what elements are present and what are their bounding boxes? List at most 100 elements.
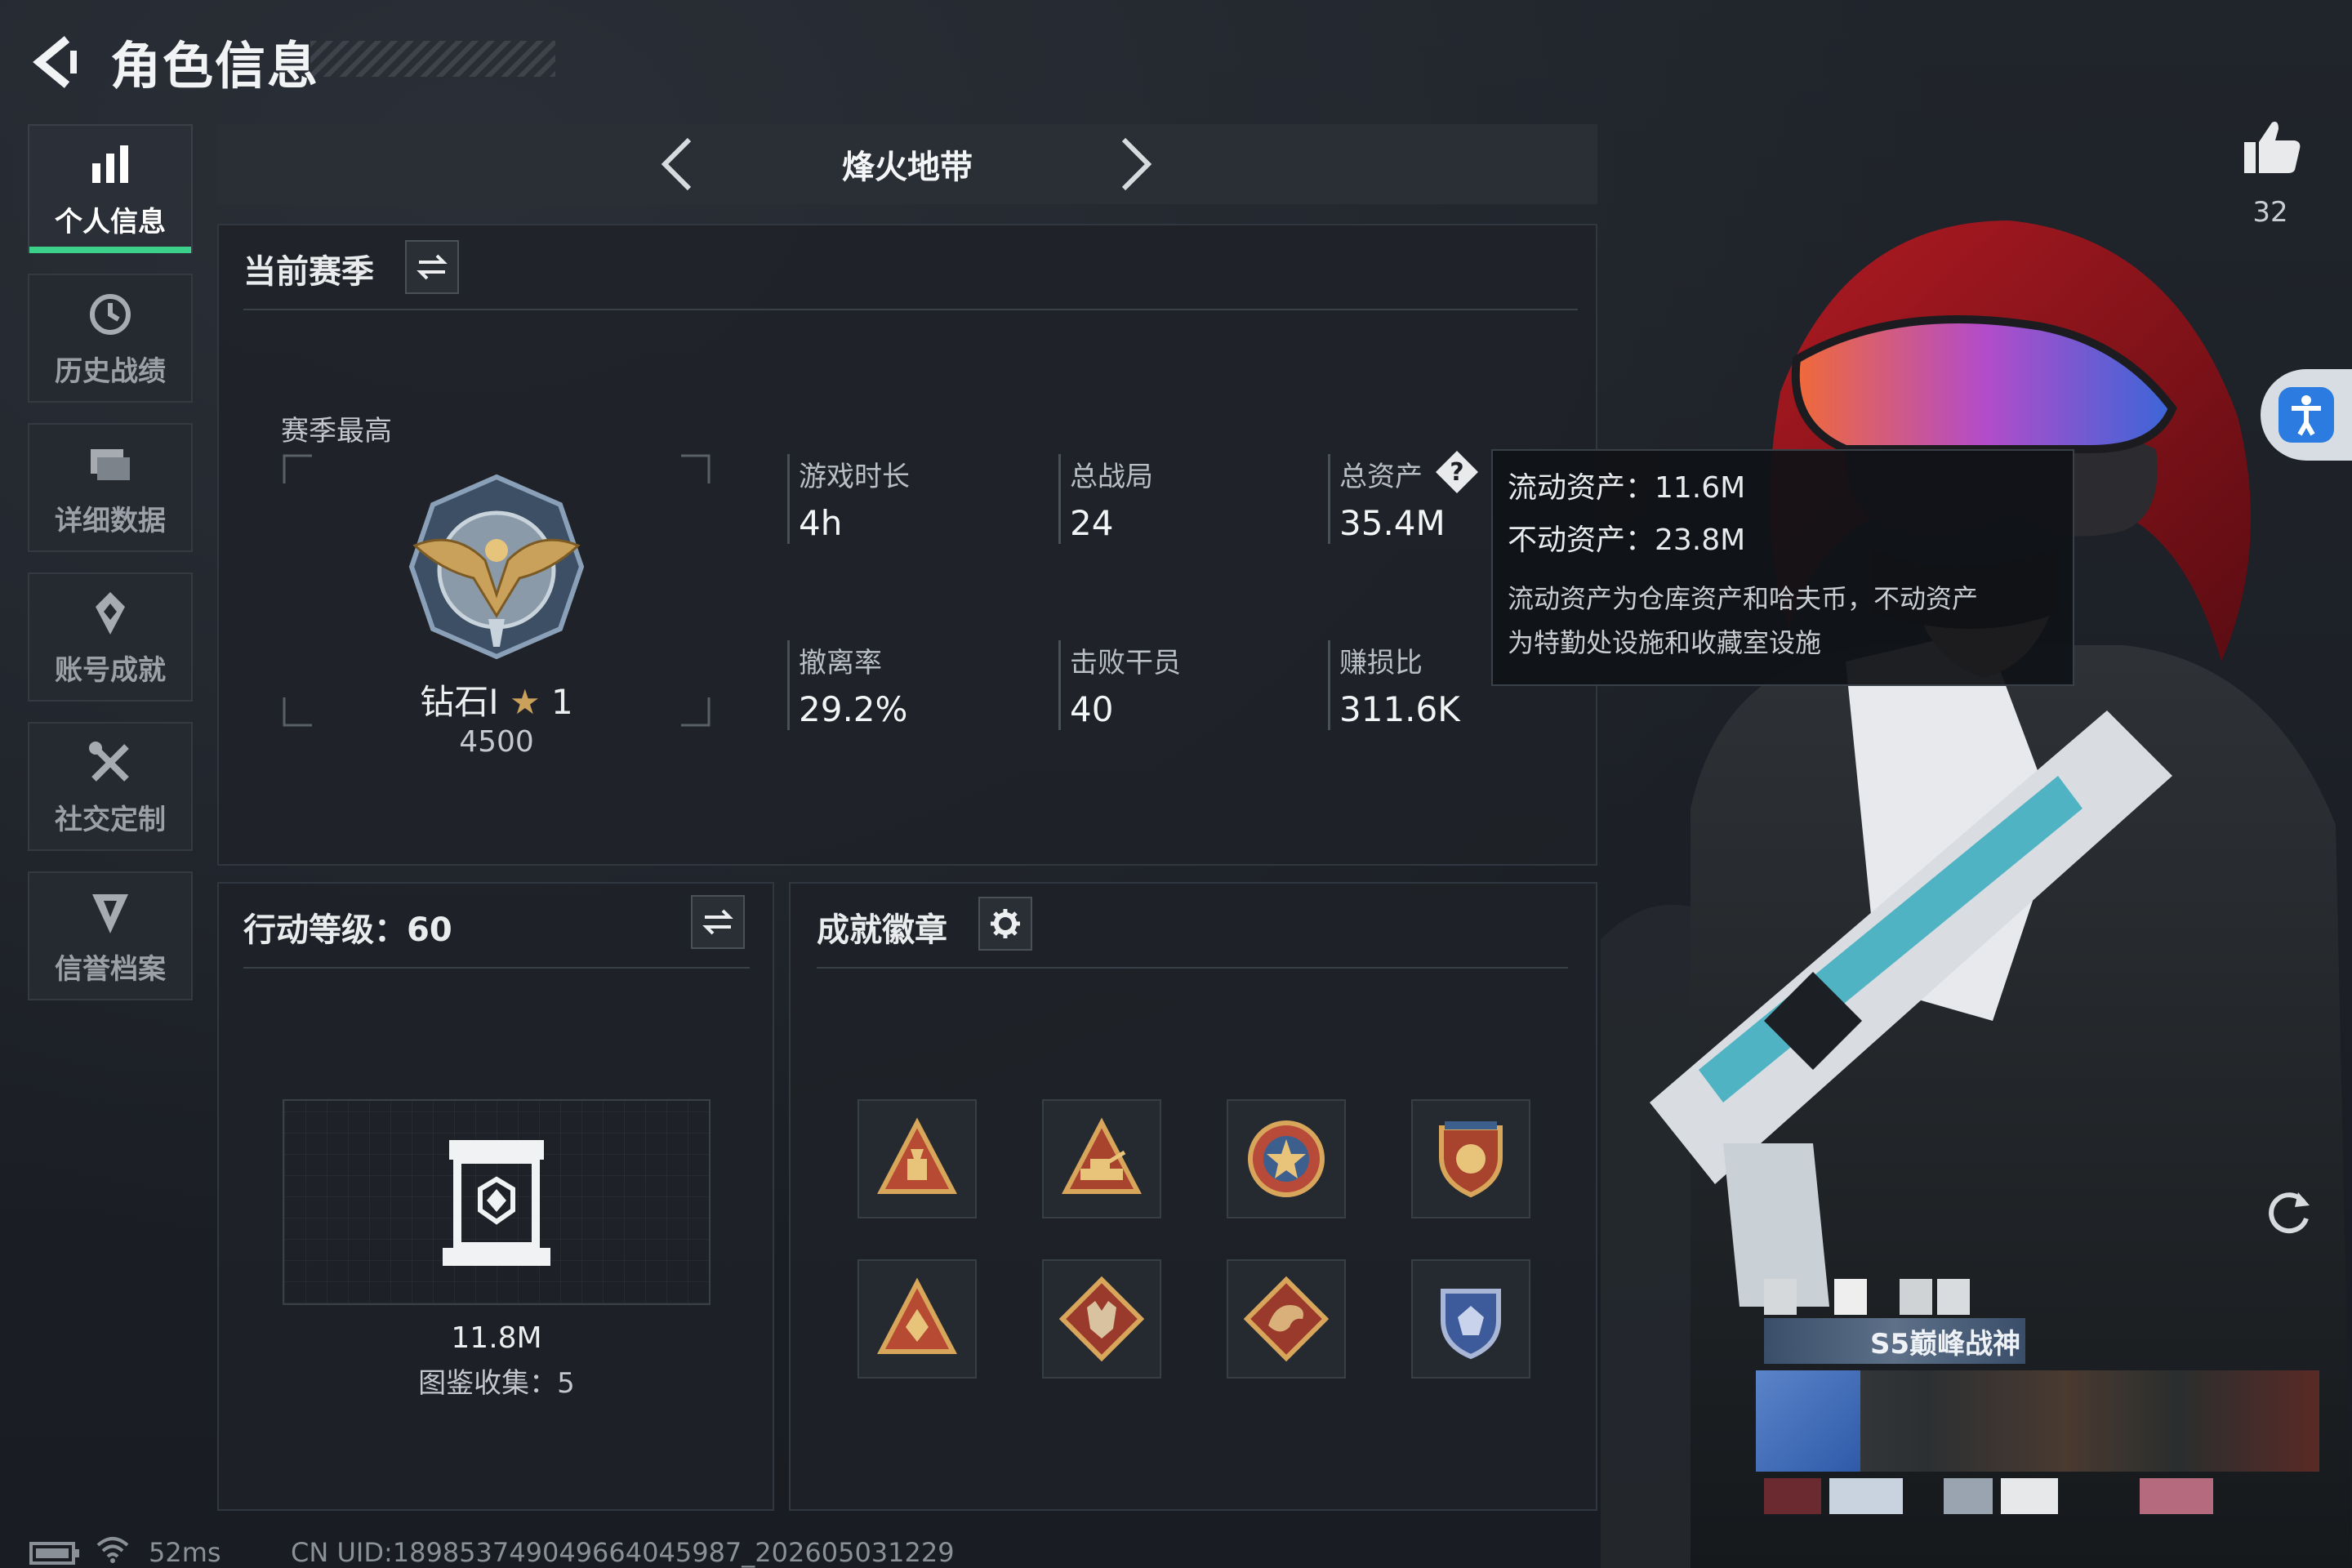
- collection-count: 图鉴收集：5: [418, 1367, 575, 1400]
- player-uid: CN UID:18985374904966404598​7_2026050312…: [291, 1537, 955, 1568]
- mode-label: 烽火地带: [842, 149, 973, 186]
- blurred-name-block: [1944, 1478, 1993, 1514]
- stat-divider: [1328, 454, 1330, 544]
- tooltip-liquid-assets: 流动资产：11.6M: [1508, 471, 1746, 505]
- star-badge-icon: [1248, 1120, 1325, 1197]
- rank-name: 钻石Ⅰ: [420, 682, 499, 722]
- stat-matches-value: 24: [1070, 503, 1114, 543]
- stat-divider: [1058, 454, 1061, 544]
- shield-icon: [92, 893, 128, 933]
- stat-extract-rate-label: 撤离率: [799, 647, 882, 679]
- blurred-name-block: [2140, 1478, 2213, 1514]
- season-title: 当前赛季: [243, 253, 374, 291]
- season-divider: [243, 309, 1578, 310]
- tank-triangle-badge-icon: [1062, 1117, 1142, 1194]
- sidebar-item-label: 详细数据: [55, 504, 166, 537]
- stat-assets-value: 35.4M: [1339, 503, 1446, 543]
- badge-slot[interactable]: [1411, 1099, 1530, 1218]
- shield-badge-icon: [1439, 1121, 1503, 1198]
- ping-value: 52ms: [149, 1537, 221, 1568]
- blurred-name-block: [1764, 1478, 1821, 1514]
- wifi-icon: [96, 1537, 129, 1563]
- bar-chart-icon: [92, 145, 128, 183]
- stat-kills-label: 击败干员: [1070, 647, 1181, 679]
- rank-emblem-icon: [408, 474, 585, 660]
- player-banner-emblem: [1756, 1370, 1860, 1472]
- dragon-badge-icon: [1244, 1276, 1329, 1361]
- badge-slot[interactable]: [1042, 1259, 1161, 1379]
- badges-title: 成就徽章: [817, 911, 947, 949]
- swap-action-level-button[interactable]: [691, 895, 745, 949]
- swap-icon: [416, 254, 448, 280]
- sidebar-item-social[interactable]: 社交定制: [28, 722, 193, 851]
- badge-slot[interactable]: [1227, 1259, 1346, 1379]
- tooltip-note-line2: 为特勤处设施和收藏室设施: [1508, 627, 1822, 658]
- tooltip-fixed-assets: 不动资产：23.8M: [1508, 523, 1746, 557]
- stat-divider: [787, 640, 790, 730]
- blurred-name-block: [1900, 1279, 1932, 1315]
- achievement-icon: [96, 591, 125, 635]
- badge-slot[interactable]: [1227, 1099, 1346, 1218]
- battery-icon: [29, 1542, 79, 1565]
- sidebar-item-history[interactable]: 历史战绩: [28, 274, 193, 403]
- triangle-badge-icon: [877, 1117, 957, 1194]
- sidebar-item-label: 信誉档案: [55, 952, 166, 986]
- badge-slot[interactable]: [858, 1099, 977, 1218]
- blurred-name-block: [1829, 1478, 1903, 1514]
- sidebar-item-reputation[interactable]: 信誉档案: [28, 871, 193, 1000]
- sidebar-item-profile[interactable]: 个人信息: [28, 124, 193, 253]
- title-decoration: [310, 41, 555, 77]
- stat-kills-value: 40: [1070, 689, 1114, 729]
- badges-divider: [817, 967, 1568, 969]
- stat-divider: [1058, 640, 1061, 730]
- badge-slot[interactable]: [1411, 1259, 1530, 1379]
- sidebar-item-label: 社交定制: [55, 803, 166, 836]
- sidebar-item-label: 历史战绩: [55, 354, 166, 388]
- stat-playtime-label: 游戏时长: [799, 461, 910, 493]
- swap-icon: [702, 909, 733, 935]
- page-title: 角色信息: [110, 36, 320, 96]
- sidebar-item-label: 个人信息: [55, 205, 166, 238]
- badge-slot[interactable]: [1042, 1099, 1161, 1218]
- rank-name-line: 钻石Ⅰ ★ 1: [397, 675, 596, 724]
- swap-season-button[interactable]: [405, 240, 459, 294]
- thumbs-up-icon[interactable]: [2241, 116, 2303, 178]
- sidebar-item-achievements[interactable]: 账号成就: [28, 572, 193, 702]
- rank-star-icon: ★: [510, 682, 541, 722]
- player-title-text: S5巅峰战神: [1870, 1328, 2021, 1361]
- blurred-name-block: [1834, 1279, 1867, 1315]
- sidebar-item-details[interactable]: 详细数据: [28, 423, 193, 552]
- stat-profit-ratio-label: 赚损比: [1339, 647, 1423, 679]
- sidebar-item-label: 账号成就: [55, 653, 166, 687]
- chevron-right-icon[interactable]: [1111, 135, 1160, 194]
- rank-score: 4500: [459, 725, 534, 759]
- blurred-name-block: [1764, 1279, 1797, 1315]
- badge-slot[interactable]: [858, 1259, 977, 1379]
- blurred-name-block: [2001, 1478, 2058, 1514]
- stat-profit-ratio-value: 311.6K: [1339, 689, 1460, 729]
- stat-matches-label: 总战局: [1070, 461, 1153, 493]
- action-level-divider: [243, 967, 750, 969]
- rank-stars: 1: [551, 682, 573, 722]
- wolf-badge-icon: [1059, 1276, 1144, 1361]
- badge-settings-button[interactable]: [978, 897, 1032, 951]
- stat-playtime-value: 4h: [799, 503, 843, 543]
- blurred-name-block: [1937, 1279, 1970, 1315]
- collection-value: 11.8M: [451, 1321, 542, 1355]
- stat-divider: [1328, 640, 1330, 730]
- folder-icon: [91, 448, 130, 480]
- stat-extract-rate-value: 29.2%: [799, 689, 908, 729]
- season-best-label: 赛季最高: [281, 415, 392, 448]
- tooltip-note-line1: 流动资产为仓库资产和哈夫币，不动资产: [1508, 583, 1979, 614]
- accessibility-button[interactable]: [2261, 369, 2352, 461]
- help-icon[interactable]: ?: [1434, 449, 1480, 495]
- accessibility-icon: [2278, 387, 2334, 443]
- display-case-icon: [443, 1140, 550, 1266]
- gear-icon: [991, 909, 1020, 938]
- tools-icon: [89, 741, 129, 782]
- action-level-title: 行动等级：60: [243, 911, 452, 949]
- rotate-icon[interactable]: [2262, 1186, 2316, 1240]
- back-arrow-icon[interactable]: [24, 33, 83, 91]
- stat-divider: [787, 454, 790, 544]
- svg-text:?: ?: [1450, 458, 1463, 487]
